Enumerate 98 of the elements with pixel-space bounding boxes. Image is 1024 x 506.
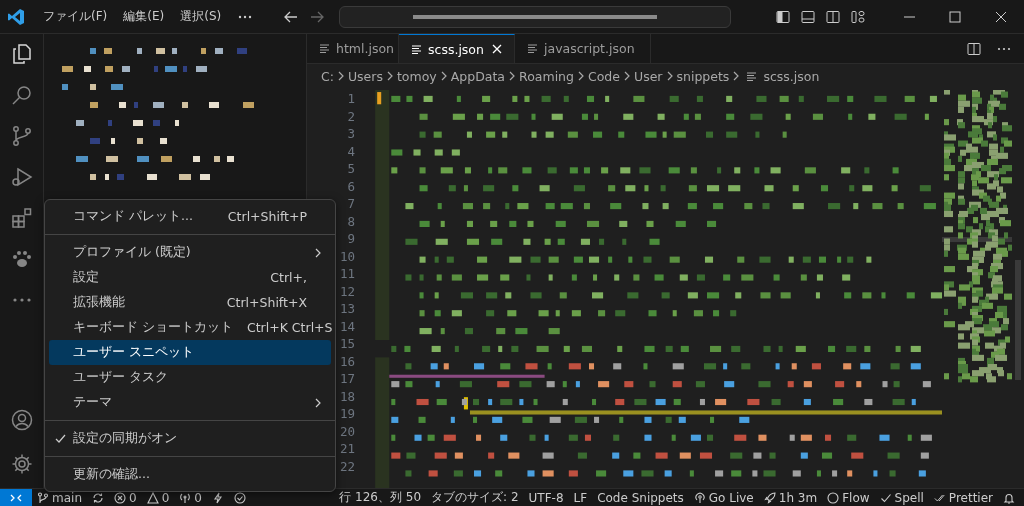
status-item[interactable]: タブのサイズ: 2: [431, 489, 519, 506]
menu-item[interactable]: 拡張機能 Ctrl+Shift+X: [49, 290, 331, 315]
status-item[interactable]: LF: [573, 490, 588, 505]
line-number: 11: [339, 265, 356, 283]
panel-toggle-icon[interactable]: [800, 8, 816, 25]
command-center-field[interactable]: [339, 5, 732, 28]
scrollbar-thumb[interactable]: [1015, 260, 1021, 380]
chevron-right-icon: [439, 71, 448, 81]
layout-grid-icon[interactable]: [850, 8, 866, 25]
status-item[interactable]: Flow: [842, 490, 870, 505]
account-icon[interactable]: [9, 408, 34, 432]
line-number: 3: [347, 125, 356, 143]
status-item[interactable]: Go Live: [708, 490, 754, 505]
status-item[interactable]: UTF-8: [528, 490, 564, 505]
menu-item[interactable]: 設定 Ctrl+,: [49, 265, 331, 290]
breadcrumb-item[interactable]: Roaming: [519, 68, 574, 84]
bell-icon[interactable]: [1003, 491, 1015, 504]
menu-item[interactable]: テーマ: [49, 390, 331, 415]
antenna-icon: [179, 491, 192, 504]
line-number: 20: [339, 422, 356, 440]
line-number: 4: [347, 142, 356, 160]
line-number: 18: [339, 387, 356, 405]
split-editor-icon[interactable]: [966, 40, 982, 57]
menu-item[interactable]: コマンド パレット... Ctrl+Shift+P: [49, 204, 331, 229]
error-icon: [114, 491, 126, 504]
line-number: 1: [347, 90, 356, 108]
run-debug-icon[interactable]: [9, 165, 34, 189]
menu-item[interactable]: キーボード ショートカット Ctrl+K Ctrl+S: [49, 315, 331, 340]
maximize-icon: [947, 8, 963, 25]
menu-item[interactable]: ユーザー スニペット: [49, 340, 331, 365]
rocket-icon: [763, 491, 776, 504]
line-number: 15: [339, 335, 356, 353]
extensions-icon[interactable]: [9, 206, 34, 230]
close-icon[interactable]: [492, 44, 502, 54]
line-number: 8: [347, 212, 356, 230]
status-item[interactable]: 0: [161, 490, 170, 505]
line-number: 5: [347, 160, 356, 178]
line-number: 17: [339, 370, 356, 388]
menu-bar-item[interactable]: 編集(E): [115, 5, 173, 28]
menu-bar-item[interactable]: 選択(S): [172, 5, 230, 28]
line-number: 12: [339, 282, 356, 300]
line-number: 22: [339, 457, 356, 475]
branch-icon: [37, 491, 49, 504]
lightning-icon[interactable]: [211, 491, 224, 504]
line-number: 2: [347, 107, 356, 125]
breadcrumb-item[interactable]: AppData: [450, 68, 506, 84]
remote-button[interactable]: [0, 489, 32, 506]
file-lines-icon: [411, 43, 422, 55]
broadcast-icon: [693, 491, 706, 504]
menu-item[interactable]: 設定の同期がオン: [49, 426, 331, 451]
line-number: 21: [339, 440, 356, 458]
line-number: 19: [339, 405, 356, 423]
line-number: 6: [347, 177, 356, 195]
menu-bar-item[interactable]: ファイル(F): [35, 5, 116, 28]
check-circle-icon[interactable]: [233, 491, 246, 504]
editor-tab[interactable]: scss.json: [399, 34, 515, 63]
circle-icon: [827, 491, 840, 504]
breadcrumb-item[interactable]: Users: [347, 68, 383, 84]
split-layout-icon[interactable]: [825, 8, 841, 25]
status-item[interactable]: 行 126、列 50: [339, 489, 422, 506]
chevron-right-icon: [336, 71, 345, 81]
breadcrumb-item[interactable]: snippets: [676, 68, 730, 84]
status-item[interactable]: 0: [129, 490, 137, 505]
chevron-right-icon: [732, 71, 741, 81]
breadcrumb-item[interactable]: User: [634, 68, 663, 84]
line-number: 7: [347, 195, 356, 213]
app-logo-icon: [7, 7, 25, 26]
breadcrumb-item[interactable]: scss.json: [763, 68, 820, 84]
menu-item[interactable]: ユーザー タスク: [49, 365, 331, 390]
line-number: 14: [339, 317, 356, 335]
breadcrumb-item[interactable]: tomoy: [396, 68, 437, 84]
line-number: 9: [347, 230, 356, 248]
minimize-icon: [903, 15, 915, 18]
chevron-right-icon: [577, 71, 585, 81]
file-lines-icon: [319, 43, 330, 54]
chevron-right-icon: [665, 71, 674, 81]
status-item[interactable]: Code Snippets: [597, 490, 684, 505]
warning-icon: [146, 491, 159, 504]
status-item[interactable]: 1h 3m: [778, 490, 818, 505]
breadcrumb-item[interactable]: C:: [321, 68, 334, 84]
chevron-right-icon: [623, 71, 631, 81]
line-number: 13: [339, 300, 356, 318]
status-item[interactable]: Spell: [894, 490, 924, 505]
status-item[interactable]: 0: [194, 490, 202, 505]
sync-icon[interactable]: [92, 491, 104, 504]
line-number: 10: [339, 247, 356, 265]
line-number: 16: [339, 352, 356, 370]
menu-item[interactable]: 更新の確認...: [49, 462, 331, 487]
chevron-right-icon: [385, 71, 394, 81]
file-lines-icon: [746, 70, 758, 82]
status-item[interactable]: main: [52, 490, 82, 505]
menu-item[interactable]: プロファイル (既定): [49, 240, 331, 265]
file-lines-icon: [527, 43, 538, 54]
sidebar-toggle-icon[interactable]: [775, 8, 791, 25]
status-item[interactable]: Prettier: [948, 490, 993, 505]
check-icon: [879, 491, 892, 504]
chevron-right-icon: [508, 71, 517, 81]
breadcrumb-item[interactable]: Code: [588, 68, 620, 84]
